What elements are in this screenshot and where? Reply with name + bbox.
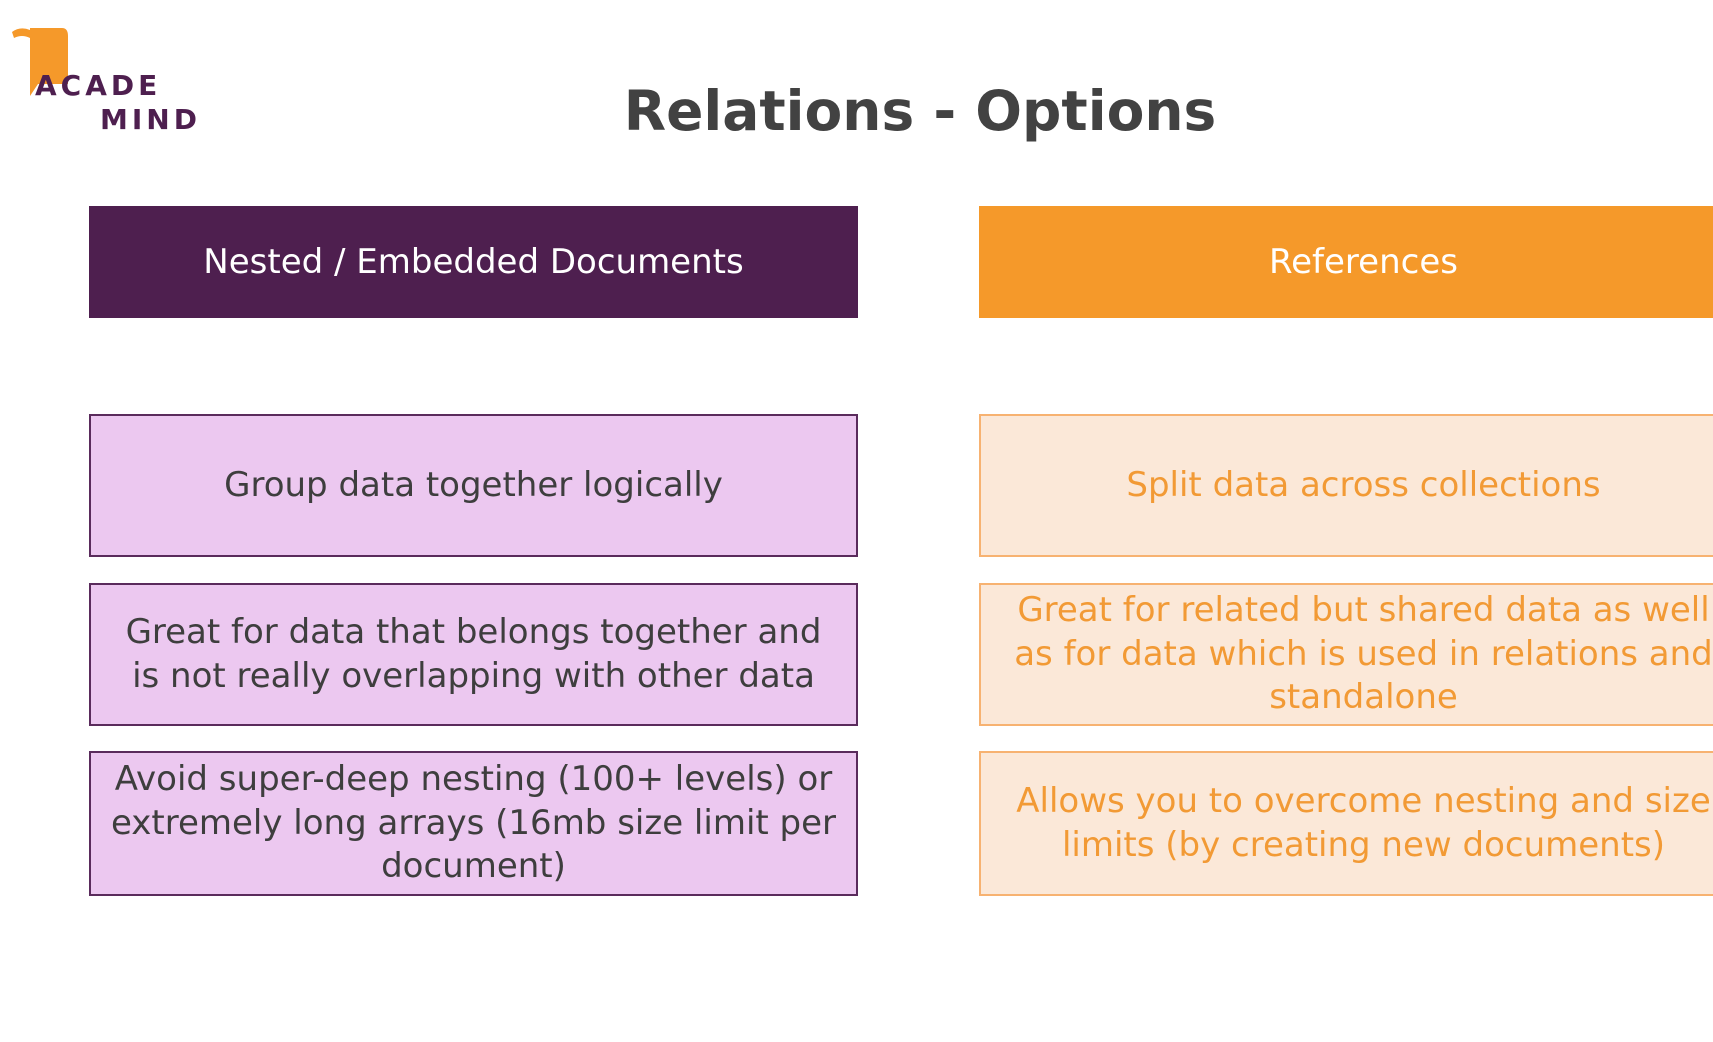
embedded-card-2: Great for data that belongs together and… [89, 583, 858, 726]
embedded-card-3: Avoid super-deep nesting (100+ levels) o… [89, 751, 858, 896]
embedded-card-1: Group data together logically [89, 414, 858, 557]
embedded-documents-header: Nested / Embedded Documents [89, 206, 858, 318]
references-card-3: Allows you to overcome nesting and size … [979, 751, 1713, 896]
references-card-1: Split data across collections [979, 414, 1713, 557]
references-header: References [979, 206, 1713, 318]
page-title: Relations - Options [623, 79, 1217, 143]
references-card-2: Great for related but shared data as wel… [979, 583, 1713, 726]
embedded-documents-column: Nested / Embedded Documents Group data t… [89, 206, 858, 896]
references-column: References Split data across collections… [979, 206, 1713, 896]
